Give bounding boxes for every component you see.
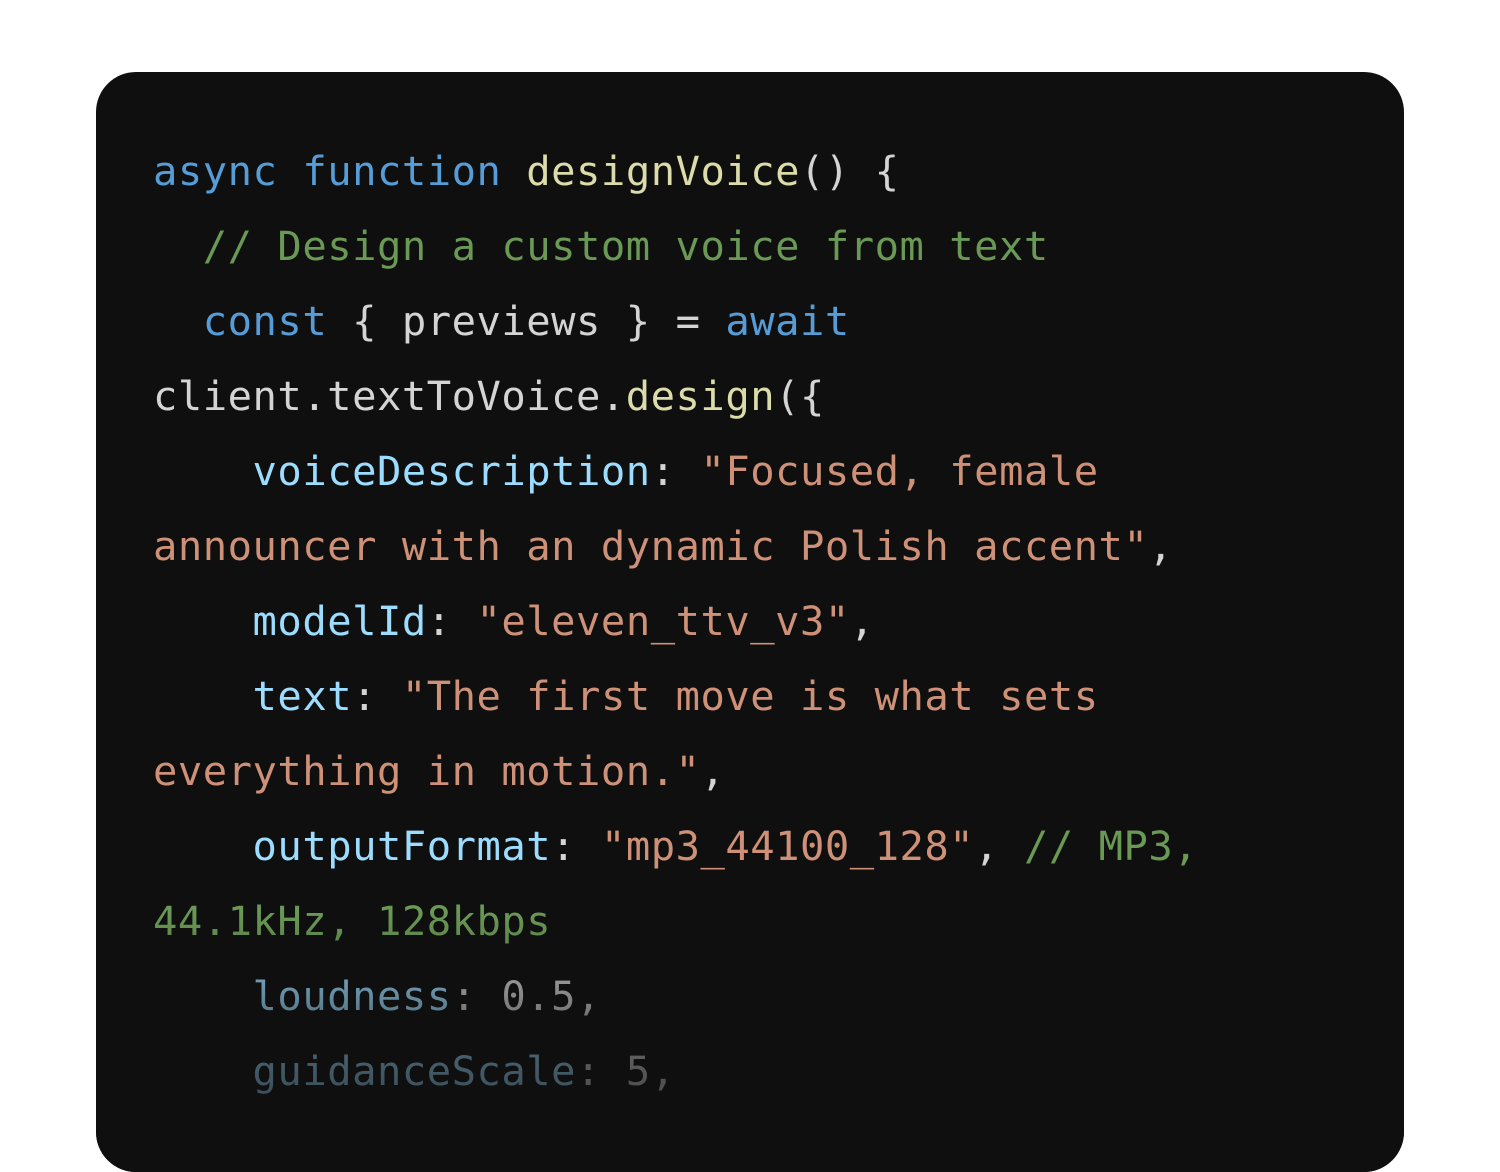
code-line-12: loudness: 0.5, [153, 959, 1198, 1034]
code-line-2: // Design a custom voice from text [153, 209, 1198, 284]
code-line-1: async function designVoice() { [153, 134, 1198, 209]
string-text-start: "The first move is what sets [401, 672, 1099, 720]
client-object: client.textToVoice. [153, 372, 626, 420]
comma: , [849, 597, 875, 645]
prop-guidance-scale: guidanceScale [252, 1047, 577, 1095]
code-line-3: const { previews } = await [153, 284, 1198, 359]
number-guidance-scale: 5 [625, 1047, 651, 1095]
destructure-previews: { previews } = [352, 297, 701, 345]
prop-output-format: outputFormat [252, 822, 552, 870]
code-line-8: text: "The first move is what sets [153, 659, 1198, 734]
string-text-end: everything in motion." [153, 747, 701, 795]
code-block: async function designVoice() { // Design… [96, 72, 1404, 1172]
code-line-5: voiceDescription: "Focused, female [153, 434, 1198, 509]
method-design: design [625, 372, 776, 420]
comma: , [974, 822, 1000, 870]
code-line-4: client.textToVoice.design({ [153, 359, 1198, 434]
colon: : [650, 447, 676, 495]
call-open: ({ [775, 372, 825, 420]
function-parens: () { [800, 147, 900, 195]
prop-text: text [252, 672, 353, 720]
keyword-async: async [153, 147, 278, 195]
comment-output-format-end: 44.1kHz, 128kbps [153, 897, 552, 945]
code-line-10: outputFormat: "mp3_44100_128", // MP3, [153, 809, 1198, 884]
string-model-id: "eleven_ttv_v3" [476, 597, 850, 645]
keyword-function: function [302, 147, 502, 195]
code-comment: // Design a custom voice from text [202, 222, 1049, 270]
keyword-await: await [725, 297, 850, 345]
colon: : [451, 972, 477, 1020]
code-line-11: 44.1kHz, 128kbps [153, 884, 1198, 959]
string-voice-description-start: "Focused, female [700, 447, 1099, 495]
code-line-7: modelId: "eleven_ttv_v3", [153, 584, 1198, 659]
prop-loudness: loudness [252, 972, 452, 1020]
code-line-9: everything in motion.", [153, 734, 1198, 809]
comma: , [576, 972, 601, 1020]
function-name: designVoice [526, 147, 800, 195]
keyword-const: const [202, 297, 328, 345]
comment-output-format-start: // MP3, [1023, 822, 1199, 870]
string-voice-description-end: announcer with an dynamic Polish accent" [153, 522, 1149, 570]
code-line-6: announcer with an dynamic Polish accent"… [153, 509, 1198, 584]
prop-model-id: modelId [252, 597, 427, 645]
string-output-format: "mp3_44100_128" [600, 822, 975, 870]
comma: , [1148, 522, 1174, 570]
colon: : [352, 672, 377, 720]
colon: : [426, 597, 452, 645]
comma: , [650, 1047, 676, 1095]
prop-voice-description: voiceDescription [252, 447, 651, 495]
colon: : [551, 822, 577, 870]
colon: : [576, 1047, 601, 1095]
comma: , [700, 747, 726, 795]
code-line-13: guidanceScale: 5, [153, 1034, 1198, 1109]
code-content: async function designVoice() { // Design… [153, 134, 1198, 1109]
number-loudness: 0.5 [501, 972, 577, 1020]
